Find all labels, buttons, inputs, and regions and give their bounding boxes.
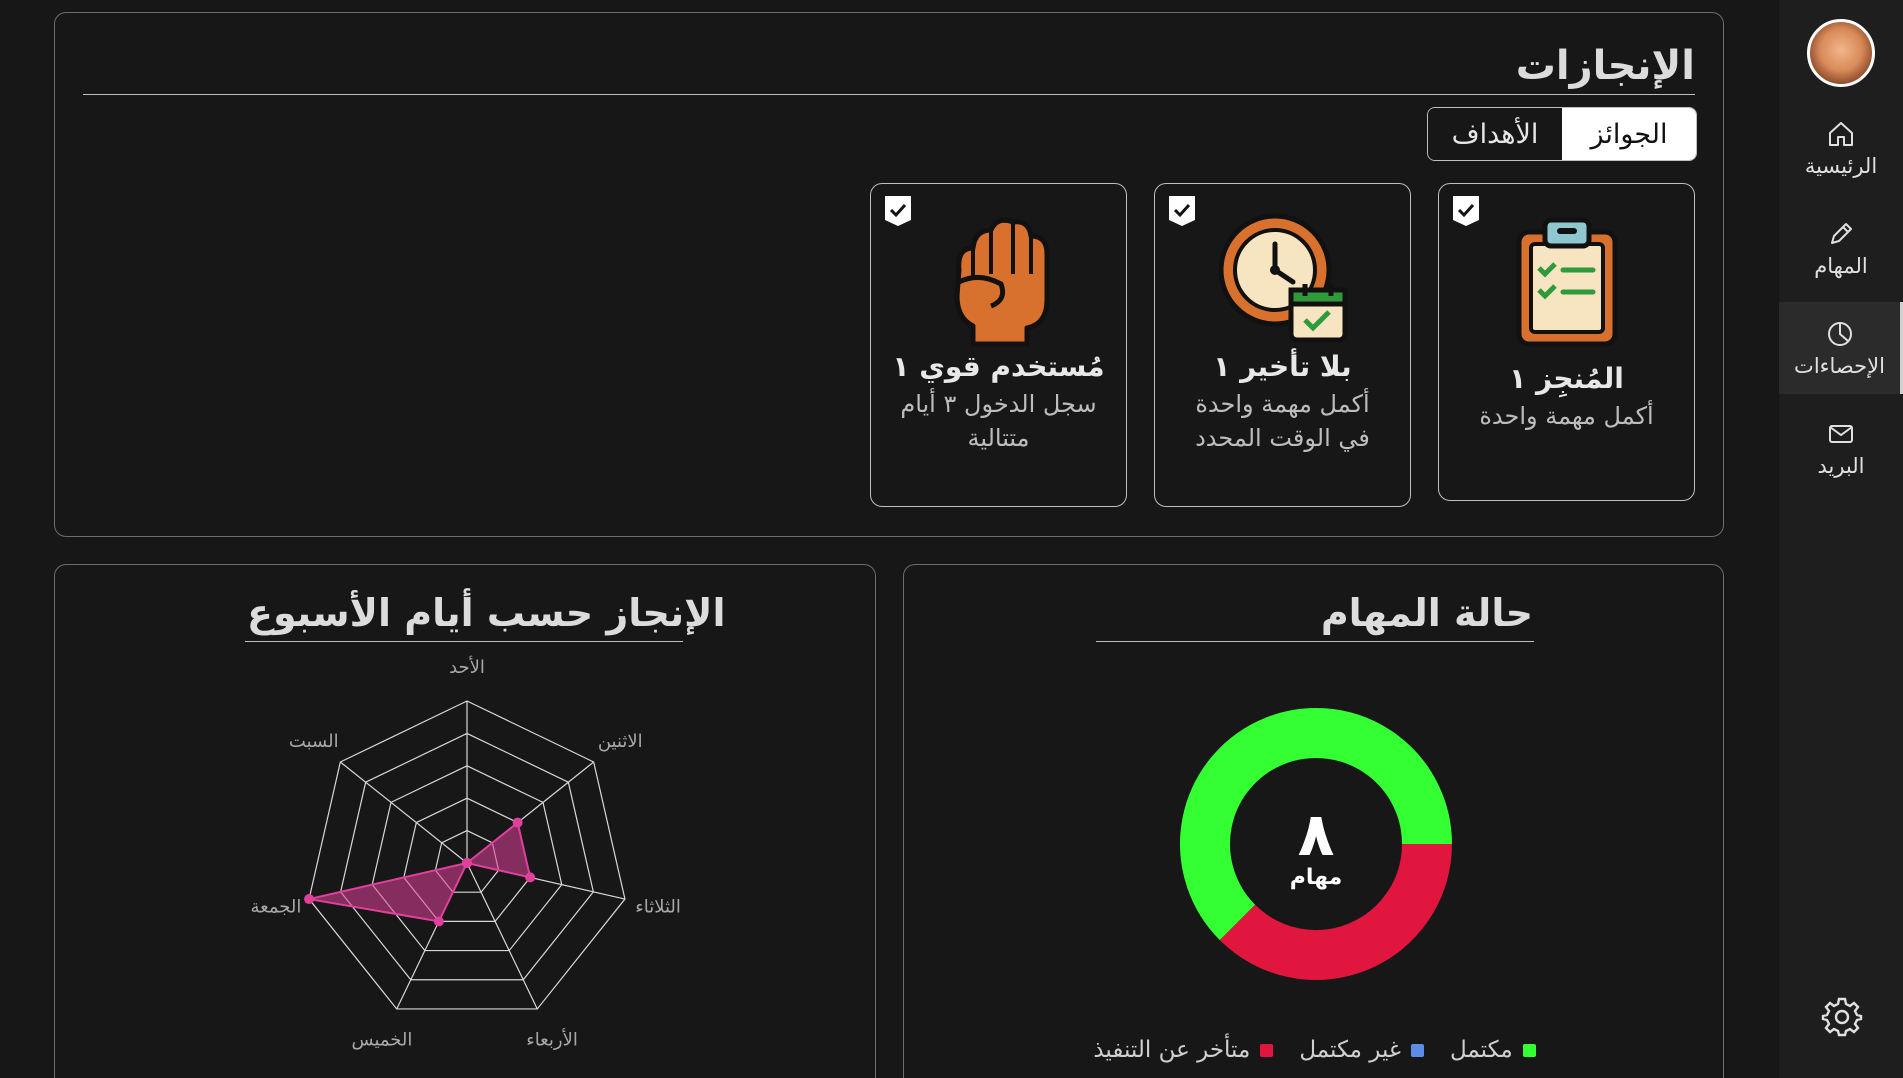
radar-axis-label: الثلاثاء (635, 897, 681, 918)
sidebar-item-home[interactable]: الرئيسية (1779, 102, 1903, 194)
sidebar: الرئيسية المهام الإحصاءات البريد (1779, 0, 1903, 1078)
total-tasks-label: مهام (1289, 865, 1343, 890)
radar-point[interactable] (462, 858, 472, 868)
radar-axis-label: الأربعاء (526, 1029, 578, 1051)
achievements-title: الإنجازات (1515, 43, 1695, 89)
radar-axis-label: السبت (289, 731, 339, 752)
legend-swatch (1260, 1043, 1274, 1057)
achievements-panel: الإنجازات الجوائز الأهداف المُنجِز ١ أكم… (54, 12, 1724, 537)
total-tasks-count: ٨ (1297, 800, 1335, 870)
achievement-description: أكمل مهمة واحدة في الوقت المحدد (1195, 390, 1370, 452)
avatar[interactable] (1807, 19, 1875, 87)
achievements-tabs: الجوائز الأهداف (1427, 107, 1697, 161)
clipboard-checklist-icon (1516, 217, 1617, 347)
check-badge-icon (885, 196, 911, 226)
radar-spoke (466, 862, 538, 1010)
tab-awards[interactable]: الجوائز (1562, 108, 1696, 160)
legend-label: غير مكتمل (1299, 1037, 1401, 1063)
check-badge-icon (1453, 196, 1479, 226)
divider (83, 94, 1695, 95)
tab-goals[interactable]: الأهداف (1428, 108, 1562, 160)
radar-axis-label: الجمعة (250, 897, 301, 918)
legend-label: مكتمل (1449, 1037, 1513, 1063)
legend-swatch (1410, 1043, 1424, 1057)
radar-axis-label: الاثنين (598, 731, 643, 752)
clock-calendar-icon (1218, 213, 1347, 343)
radar-point[interactable] (512, 817, 523, 828)
achievement-name: بلا تأخير ١ (1213, 350, 1352, 383)
achievement-description: أكمل مهمة واحدة (1479, 402, 1654, 430)
divider (1096, 641, 1534, 642)
sidebar-item-label: المهام (1814, 254, 1868, 278)
mail-icon (1829, 425, 1853, 443)
pencil-icon (1831, 223, 1852, 244)
task-status-panel: حالة المهام ٨ مهام مكتمل غير مكتمل متأخر… (903, 564, 1724, 1078)
sidebar-item-label: البريد (1817, 454, 1865, 478)
radar-point[interactable] (525, 872, 536, 883)
sidebar-item-label: الإحصاءات (1794, 354, 1885, 378)
legend-item-overdue[interactable]: متأخر عن التنفيذ (1093, 1037, 1274, 1063)
achievement-name: مُستخدم قوي ١ (892, 350, 1105, 383)
gear-icon[interactable] (1821, 996, 1863, 1038)
achievement-card[interactable]: مُستخدم قوي ١ سجل الدخول ٣ أيام متتالية (870, 183, 1127, 507)
achievement-card[interactable]: بلا تأخير ١ أكمل مهمة واحدة في الوقت الم… (1154, 183, 1411, 507)
achievement-name: المُنجِز ١ (1509, 362, 1624, 395)
radar-axis-label: الأحد (449, 656, 485, 678)
pie-chart-icon (1827, 322, 1852, 346)
check-badge-icon (1169, 196, 1195, 226)
legend-swatch (1522, 1043, 1536, 1057)
weekly-achievement-panel: الإنجاز حسب أيام الأسبوع الأحد الاثنين الث… (54, 564, 876, 1078)
sidebar-item-mail[interactable]: البريد (1779, 402, 1903, 494)
sidebar-item-label: الرئيسية (1804, 154, 1878, 178)
legend-label: متأخر عن التنفيذ (1093, 1037, 1251, 1063)
radar-axis-label: الخميس (352, 1030, 413, 1051)
task-status-title: حالة المهام (1320, 591, 1533, 635)
radar-point[interactable] (304, 894, 315, 905)
achievement-card[interactable]: المُنجِز ١ أكمل مهمة واحدة (1438, 183, 1695, 501)
home-icon (1829, 122, 1853, 146)
sidebar-item-statistics[interactable]: الإحصاءات (1779, 302, 1903, 394)
legend-item-incomplete[interactable]: غير مكتمل (1299, 1037, 1424, 1063)
sidebar-item-tasks[interactable]: المهام (1779, 202, 1903, 294)
legend-item-completed[interactable]: مكتمل (1450, 1037, 1536, 1063)
achievement-description: سجل الدخول ٣ أيام متتالية (900, 390, 1097, 452)
radar-chart[interactable]: الأحد الاثنين الثلاثاء الأربعاء الخميس الجمعة… (55, 565, 877, 1078)
radar-point[interactable] (433, 916, 444, 927)
fist-icon (954, 217, 1049, 347)
chart-legend: مكتمل غير مكتمل متأخر عن التنفيذ (904, 1037, 1725, 1063)
